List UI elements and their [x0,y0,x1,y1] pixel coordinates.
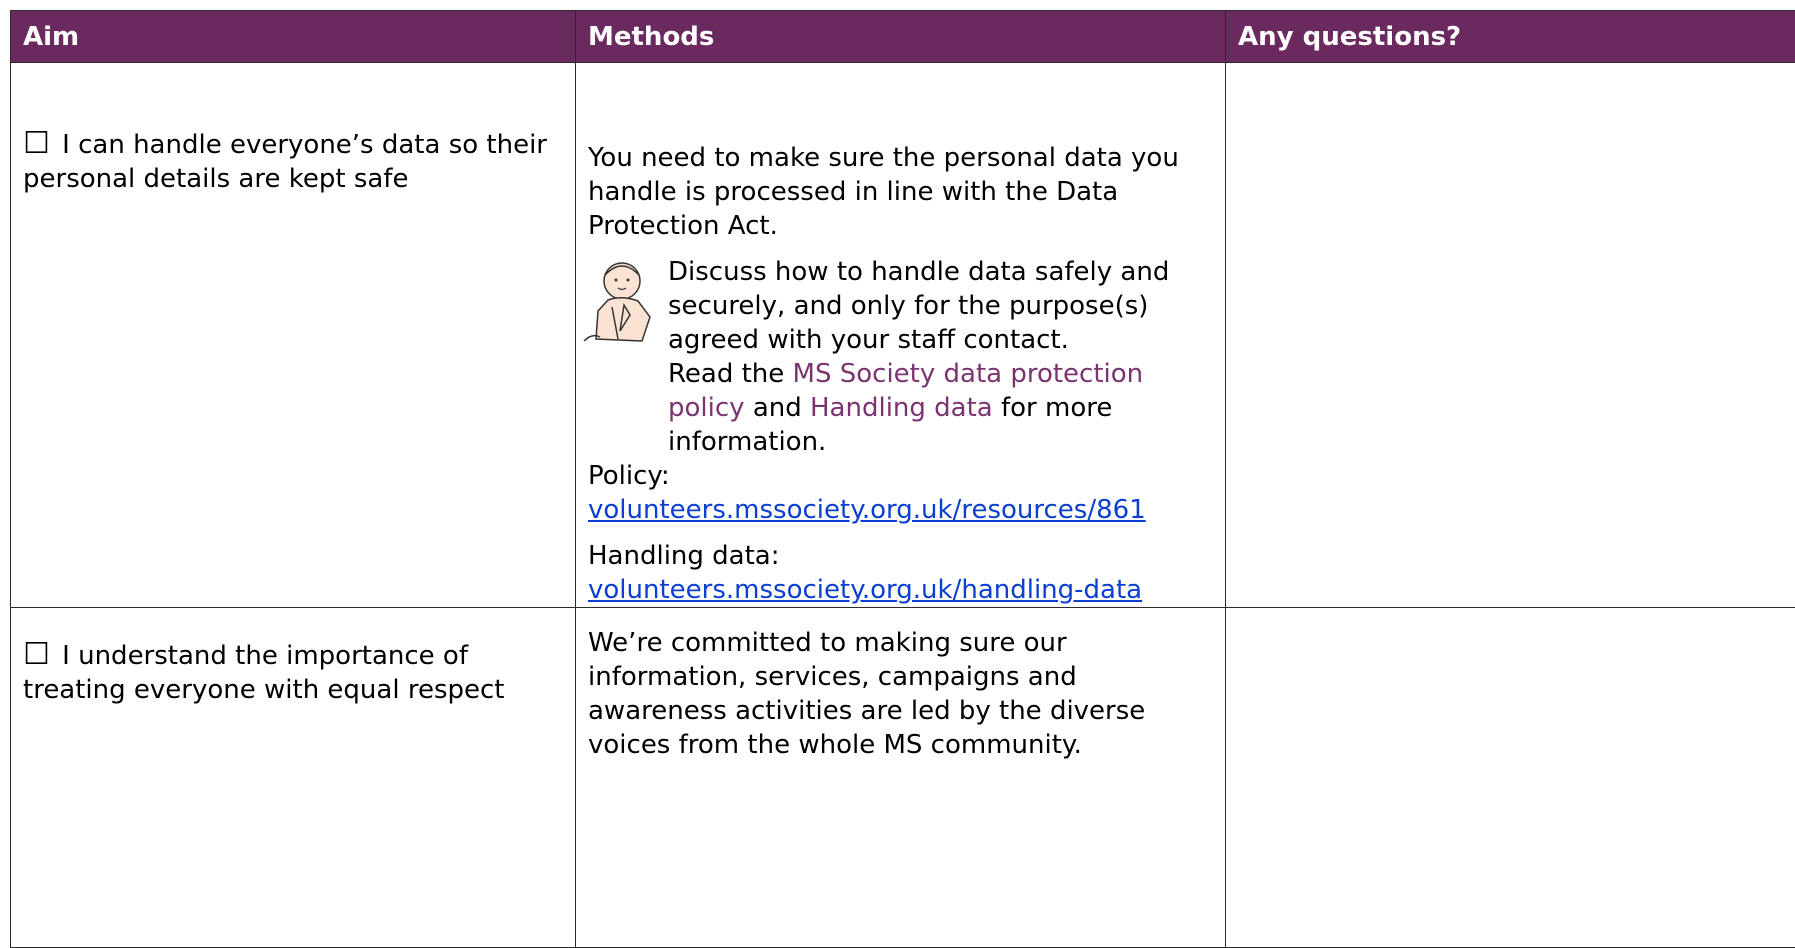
methods-intro: You need to make sure the personal data … [588,141,1213,243]
read-mid: and [753,393,802,423]
aim-text: I can handle everyone’s data so their pe… [23,130,547,194]
header-aim: Aim [11,11,576,63]
header-methods: Methods [576,11,1226,63]
thinking-person-icon [578,255,660,347]
handling-data-link[interactable]: Handling data [810,393,993,423]
methods-cell: We’re committed to making sure our infor… [576,608,1226,948]
aims-table: Aim Methods Any questions? ☐ I can handl… [10,10,1795,948]
table-row: ☐ I understand the importance of treatin… [11,608,1795,948]
read-prefix: Read the [668,359,784,389]
checkbox-icon[interactable]: ☐ [23,637,50,672]
questions-cell[interactable] [1226,608,1795,948]
policy-url-link[interactable]: volunteers.mssociety.org.uk/resources/86… [588,495,1146,525]
questions-cell[interactable] [1226,63,1795,608]
handling-url-link[interactable]: volunteers.mssociety.org.uk/handling-dat… [588,575,1142,605]
discuss-text: Discuss how to handle data safely and se… [668,255,1213,357]
aim-cell: ☐ I can handle everyone’s data so their … [11,63,576,608]
header-questions: Any questions? [1226,11,1795,63]
methods-text: We’re committed to making sure our infor… [588,626,1213,762]
policy-label: Policy: [588,459,1213,493]
discuss-block: Discuss how to handle data safely and se… [588,255,1213,459]
header-row: Aim Methods Any questions? [11,11,1795,63]
methods-cell: You need to make sure the personal data … [576,63,1226,608]
handling-label: Handling data: [588,539,1213,573]
aim-text: I understand the importance of treating … [23,641,504,705]
table-row: ☐ I can handle everyone’s data so their … [11,63,1795,608]
aim-cell: ☐ I understand the importance of treatin… [11,608,576,948]
checkbox-icon[interactable]: ☐ [23,126,50,161]
